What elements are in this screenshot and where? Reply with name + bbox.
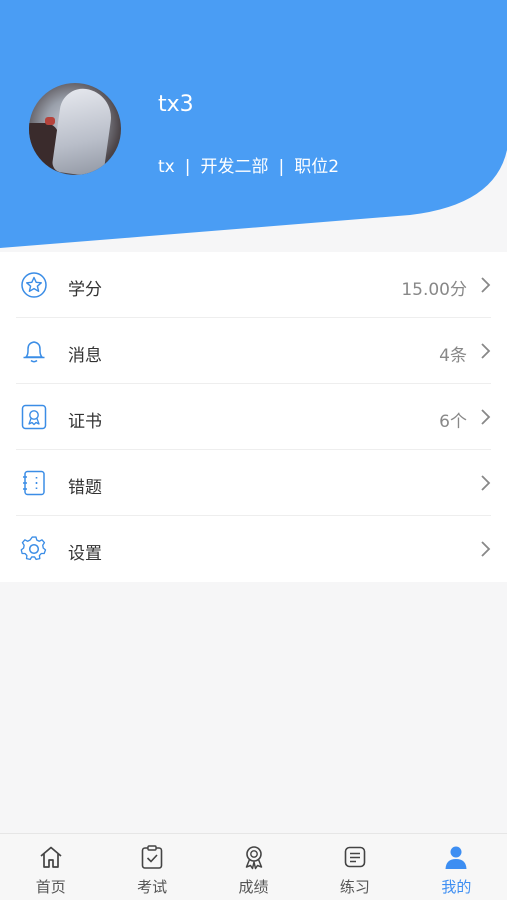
user-info: tx | 开发二部 | 职位2 (158, 152, 339, 177)
certificate-icon (21, 404, 47, 430)
user-icon (445, 846, 467, 869)
user-department: 开发二部 (200, 157, 269, 177)
menu-label: 错题 (68, 478, 102, 498)
chevron-right-icon (481, 277, 491, 293)
user-name: tx3 (158, 92, 194, 117)
tab-label: 首页 (35, 878, 66, 896)
chevron-right-icon (481, 409, 491, 425)
gear-icon (20, 536, 47, 561)
menu-item-messages[interactable]: 消息 4条 (0, 318, 507, 384)
medal-icon (245, 846, 262, 870)
menu-item-wrong-questions[interactable]: 错题 (0, 450, 507, 516)
menu-value: 6个 (439, 412, 467, 432)
menu-value: 15.00分 (401, 280, 467, 300)
info-separator: | (184, 157, 191, 177)
chevron-right-icon (481, 475, 491, 491)
bottom-tab-bar: 首页 考试 成绩 练习 我的 (0, 833, 507, 900)
menu-label: 学分 (68, 280, 102, 300)
notebook-icon (23, 470, 45, 496)
practice-icon (344, 846, 366, 868)
star-icon (21, 272, 47, 298)
menu-item-certificates[interactable]: 证书 6个 (0, 384, 507, 450)
menu-item-credits[interactable]: 学分 15.00分 (0, 252, 507, 318)
menu-label: 消息 (68, 346, 102, 366)
info-separator: | (278, 157, 285, 177)
menu-item-settings[interactable]: 设置 (0, 516, 507, 582)
menu-value: 4条 (439, 346, 467, 366)
chevron-right-icon (481, 343, 491, 359)
tab-label: 练习 (339, 878, 370, 896)
tab-label: 成绩 (238, 878, 269, 896)
profile-header: tx3 tx | 开发二部 | 职位2 (0, 0, 507, 252)
bell-icon (23, 341, 45, 363)
user-position: 职位2 (294, 157, 340, 177)
chevron-right-icon (481, 541, 491, 557)
menu-label: 设置 (68, 544, 102, 564)
tab-scores[interactable]: 成绩 (203, 834, 304, 900)
exam-icon (141, 845, 163, 869)
tab-practice[interactable]: 练习 (304, 834, 405, 900)
menu-list: 学分 15.00分 消息 4条 证书 6个 错题 设置 (0, 252, 507, 582)
home-icon (40, 846, 62, 868)
tab-label: 考试 (137, 878, 168, 896)
tab-exam[interactable]: 考试 (101, 834, 202, 900)
tab-home[interactable]: 首页 (0, 834, 101, 900)
tab-label: 我的 (441, 878, 472, 896)
user-account: tx (158, 157, 175, 177)
tab-mine[interactable]: 我的 (406, 834, 507, 900)
menu-label: 证书 (68, 412, 102, 432)
avatar[interactable] (29, 83, 121, 175)
